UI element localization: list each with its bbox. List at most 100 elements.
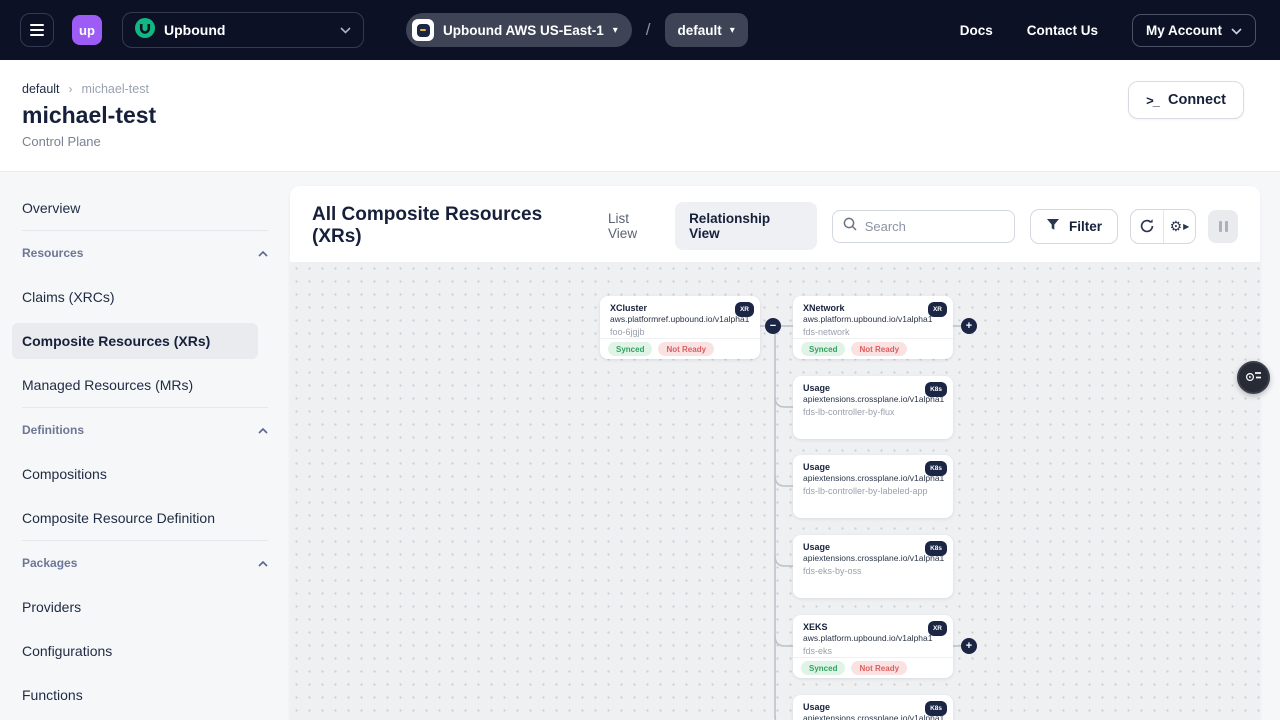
page-title: michael-test [22,102,156,129]
upbound-logo[interactable]: up [72,15,102,45]
node-resource-name: fds-network [793,324,953,337]
path-separator: / [646,20,651,40]
legend-button[interactable] [1237,361,1270,394]
sidebar-section-definitions[interactable]: Definitions [22,408,268,452]
page-header: default › michael-test michael-test Cont… [0,60,1280,172]
sidebar-section-resources[interactable]: Resources [22,231,268,275]
panel-title: All Composite Resources (XRs) [312,204,594,248]
status-row: Synced Not Ready [793,657,953,678]
chevron-up-icon [258,246,268,260]
node-resource-name: fds-lb-controller-by-labeled-app [793,483,953,496]
controlplane-selector-label: Upbound AWS US-East-1 [443,23,604,38]
sidebar-item-functions[interactable]: Functions [22,673,268,717]
run-functions-icon[interactable]: ⚙▶ [1164,210,1196,243]
sidebar-item-composite-resources[interactable]: Composite Resources (XRs) [22,319,268,363]
group-selector[interactable]: default ▾ [665,13,748,47]
sidebar-item-configurations[interactable]: Configurations [22,629,268,673]
kind-badge: K8s [925,541,947,556]
relationship-view-tab[interactable]: Relationship View [675,202,817,250]
connect-button[interactable]: >_ Connect [1128,81,1244,119]
expand-toggle-xeks[interactable]: + [961,638,977,654]
status-row: Synced Not Ready [600,338,760,359]
controlplane-selector[interactable]: Upbound AWS US-East-1 ▾ [406,13,632,47]
sidebar-item-providers[interactable]: Providers [22,585,268,629]
graph-node-xcluster[interactable]: XCluster aws.platformref.upbound.io/v1al… [600,296,760,359]
graph-node-usage-labeled-app[interactable]: Usage apiextensions.crossplane.io/v1alph… [793,455,953,518]
sidebar-item-managed-resources[interactable]: Managed Resources (MRs) [22,363,268,407]
node-resource-name: fds-eks-by-oss [793,563,953,576]
contact-us-link[interactable]: Contact Us [1027,23,1098,38]
breadcrumb-parent[interactable]: default [22,82,60,96]
pause-button[interactable] [1208,210,1238,243]
search-box [832,210,1015,243]
section-header-label: Packages [22,556,77,570]
toolbar: All Composite Resources (XRs) List View … [290,206,1260,246]
search-input[interactable] [865,219,995,234]
kind-badge: XR [928,621,947,636]
sidebar-item-composite-resource-definition[interactable]: Composite Resource Definition [22,496,268,540]
chevron-down-icon [1231,23,1242,38]
sidebar-item-claims[interactable]: Claims (XRCs) [22,275,268,319]
terminal-icon: >_ [1146,93,1159,108]
group-selector-label: default [678,23,722,38]
chevron-up-icon [258,423,268,437]
status-row: Synced Not Ready [793,338,953,359]
graph-actions: ⚙▶ [1130,209,1196,244]
node-resource-name: fds-eks [793,643,953,656]
sidebar: Overview Resources Claims (XRCs) Composi… [0,186,290,717]
chevron-down-icon [340,21,351,39]
page-subtitle: Control Plane [22,134,101,149]
synced-badge: Synced [801,342,845,356]
my-account-label: My Account [1146,23,1222,38]
my-account-button[interactable]: My Account [1132,14,1256,47]
filter-button-label: Filter [1069,219,1102,234]
graph-node-usage-flux[interactable]: Usage apiextensions.crossplane.io/v1alph… [793,376,953,439]
collapse-toggle[interactable]: − [765,318,781,334]
kind-badge: XR [735,302,754,317]
kind-badge: K8s [925,461,947,476]
legend-icon [1245,369,1262,387]
funnel-icon [1046,218,1060,234]
graph-node-usage-bottom[interactable]: Usage apiextensions.crossplane.io/v1alph… [793,695,953,720]
kind-badge: K8s [925,382,947,397]
caret-down-icon: ▾ [613,25,618,36]
expand-toggle-xnetwork[interactable]: + [961,318,977,334]
org-selector-label: Upbound [164,22,331,38]
graph-node-usage-eks-by-oss[interactable]: Usage apiextensions.crossplane.io/v1alph… [793,535,953,598]
top-navbar: up Upbound Upbound AWS US-East-1 ▾ / def… [0,0,1280,60]
not-ready-badge: Not Ready [658,342,714,356]
filter-button[interactable]: Filter [1030,209,1118,244]
sidebar-item-compositions[interactable]: Compositions [22,452,268,496]
not-ready-badge: Not Ready [851,342,907,356]
synced-badge: Synced [608,342,652,356]
breadcrumb: default › michael-test [22,82,149,96]
not-ready-badge: Not Ready [851,661,907,675]
synced-badge: Synced [801,661,845,675]
search-icon [843,217,857,236]
kind-badge: XR [928,302,947,317]
caret-down-icon: ▾ [730,25,735,36]
view-toggle: List View Relationship View [594,202,817,250]
kind-badge: K8s [925,701,947,716]
connect-button-label: Connect [1168,92,1226,108]
list-view-tab[interactable]: List View [594,202,675,250]
main-panel: All Composite Resources (XRs) List View … [290,186,1260,720]
graph-node-xnetwork[interactable]: XNetwork aws.platform.upbound.io/v1alpha… [793,296,953,359]
chevron-up-icon [258,556,268,570]
org-selector[interactable]: Upbound [122,12,364,48]
controlplane-icon [412,19,434,41]
menu-icon[interactable] [20,13,54,47]
graph-node-xeks[interactable]: XEKS aws.platform.upbound.io/v1alpha1 fd… [793,615,953,678]
node-resource-name: foo-6jgjb [600,324,760,337]
node-resource-name: fds-lb-controller-by-flux [793,404,953,417]
chevron-right-icon: › [69,82,73,96]
refresh-icon[interactable] [1131,210,1163,243]
section-header-label: Resources [22,246,83,260]
sidebar-section-packages[interactable]: Packages [22,541,268,585]
section-header-label: Definitions [22,423,84,437]
org-avatar-icon [135,18,155,43]
relationship-graph[interactable]: XCluster aws.platformref.upbound.io/v1al… [290,262,1260,720]
sidebar-item-overview[interactable]: Overview [22,186,268,230]
breadcrumb-current: michael-test [82,82,149,96]
docs-link[interactable]: Docs [960,23,993,38]
